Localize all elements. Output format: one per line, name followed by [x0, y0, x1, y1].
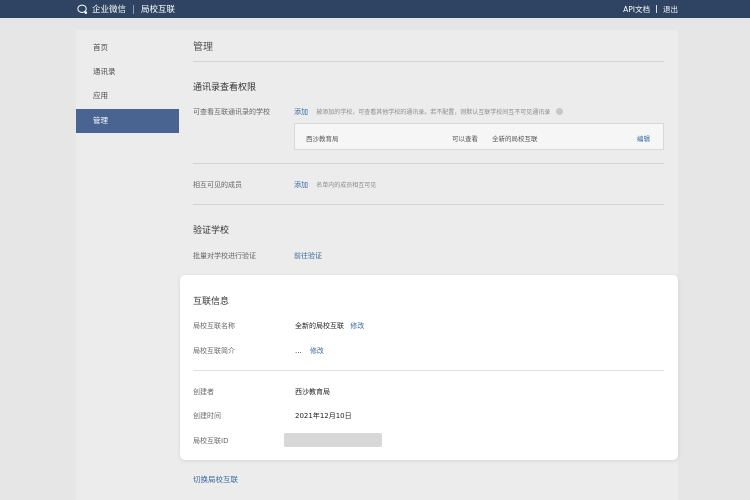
product-name: 局校互联 — [141, 5, 176, 15]
viewable-schools-row: 添加 被添加的学校，可查看其他学校的通讯录。若不配置，则默认互联学校间互不可见通… — [294, 107, 564, 117]
top-link-divider — [656, 5, 657, 13]
interconnect-id-redacted — [284, 433, 382, 447]
edit-name-link[interactable]: 修改 — [350, 322, 364, 330]
edit-intro-link[interactable]: 修改 — [310, 347, 324, 355]
sidebar-item-contacts[interactable]: 通讯录 — [76, 60, 179, 84]
interconnect-intro-value: ... — [295, 347, 302, 355]
creator-label: 创建者 — [193, 388, 214, 396]
batch-verify-label: 批量对学校进行验证 — [193, 252, 256, 260]
title-divider — [193, 61, 664, 62]
verify-school-title: 验证学校 — [193, 226, 230, 236]
section-divider — [193, 204, 664, 205]
viewable-schools-label: 可查看互联通讯录的学校 — [193, 108, 270, 116]
permission-level: 可以查看 — [452, 135, 478, 143]
created-time-label: 创建时间 — [193, 412, 221, 420]
sidebar-item-apps[interactable]: 应用 — [76, 84, 179, 108]
interconnect-name-label: 局校互联名称 — [193, 322, 235, 330]
page-title: 管理 — [193, 42, 213, 53]
creator-value: 西沙教育局 — [295, 388, 330, 396]
logout-link[interactable]: 退出 — [663, 4, 678, 15]
wecom-logo-icon — [77, 4, 88, 14]
brand-divider — [133, 4, 135, 14]
permission-entry: 西沙教育局 可以查看 全新的局校互联 编辑 — [294, 123, 664, 150]
info-card-title: 互联信息 — [193, 297, 230, 307]
interconnect-name-value: 全新的局校互联 — [295, 322, 344, 330]
section-divider — [193, 163, 664, 164]
top-links: API文档 退出 — [623, 3, 678, 15]
viewable-schools-hint: 被添加的学校，可查看其他学校的通讯录。若不配置，则默认互联学校间互不可见通讯录 — [316, 109, 551, 116]
edit-permission-link[interactable]: 编辑 — [637, 133, 650, 143]
permission-school: 西沙教育局 — [306, 135, 339, 143]
permission-target: 全新的局校互联 — [492, 135, 538, 143]
interconnect-id-label: 局校互联ID — [193, 437, 229, 445]
mutual-visible-hint: 名单内的成员相互可见 — [316, 182, 377, 189]
add-viewable-school-link[interactable]: 添加 — [294, 108, 308, 116]
sidebar: 首页 通讯录 应用 管理 — [76, 30, 179, 500]
interconnect-intro-row: ... 修改 — [295, 346, 324, 356]
sidebar-item-home[interactable]: 首页 — [76, 36, 179, 60]
mutual-visible-label: 相互可见的成员 — [193, 181, 242, 189]
mutual-visible-row: 添加 名单内的成员相互可见 — [294, 180, 376, 190]
sidebar-item-manage[interactable]: 管理 — [76, 109, 179, 133]
top-bar: 企业微信 局校互联 API文档 退出 — [0, 0, 750, 18]
contacts-permission-title: 通讯录查看权限 — [193, 83, 257, 93]
info-card-divider — [193, 370, 664, 371]
interconnect-name-row: 全新的局校互联 修改 — [295, 321, 364, 331]
interconnect-intro-label: 局校互联简介 — [193, 347, 235, 355]
go-verify-link[interactable]: 前往验证 — [294, 251, 322, 261]
add-mutual-member-link[interactable]: 添加 — [294, 181, 308, 189]
brand-name: 企业微信 — [92, 5, 127, 15]
info-icon[interactable] — [556, 108, 564, 115]
brand[interactable]: 企业微信 局校互联 — [77, 3, 175, 15]
created-time-value: 2021年12月10日 — [295, 412, 352, 420]
switch-interconnect-link[interactable]: 切换局校互联 — [193, 474, 238, 485]
interconnect-info-card: 互联信息 局校互联名称 全新的局校互联 修改 局校互联简介 ... 修改 创建者… — [180, 275, 678, 460]
api-docs-link[interactable]: API文档 — [623, 4, 650, 15]
